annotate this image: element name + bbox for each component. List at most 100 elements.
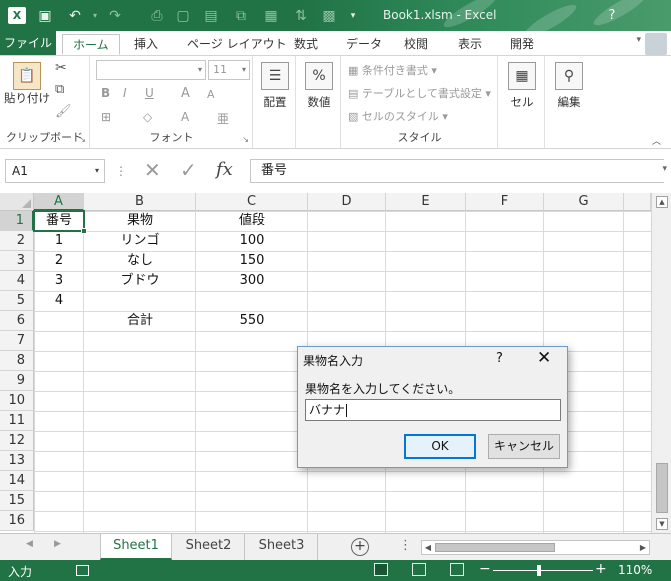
close-icon[interactable]: ✕ <box>537 348 551 368</box>
row-header[interactable]: 3 <box>0 251 34 271</box>
collapse-ribbon-icon[interactable]: ︿ <box>652 134 661 147</box>
paste-button[interactable]: 📋 貼り付け <box>4 62 50 106</box>
cell-c3[interactable]: 150 <box>196 251 308 271</box>
row-header[interactable]: 5 <box>0 291 34 311</box>
cancel-entry-icon[interactable]: ✕ <box>144 158 161 182</box>
sheet-tab-sheet1[interactable]: Sheet1 <box>100 534 172 560</box>
macro-recording-icon[interactable] <box>76 565 89 576</box>
tab-data[interactable]: データ <box>336 34 392 55</box>
italic-button[interactable]: I <box>123 86 127 100</box>
row-header[interactable]: 4 <box>0 271 34 291</box>
page-layout-view-icon[interactable] <box>412 563 426 576</box>
cell-a2[interactable]: 1 <box>34 231 84 251</box>
font-name-combobox[interactable]: ▾ <box>96 60 206 80</box>
open-icon[interactable]: ▤ <box>200 6 222 26</box>
copy-icon[interactable]: ⧉ <box>230 6 252 26</box>
macro-icon[interactable]: ▩ <box>318 6 340 26</box>
tab-page-layout[interactable]: ページ レイアウト <box>177 34 297 55</box>
scroll-right-icon[interactable]: ▶ <box>637 541 649 554</box>
editing-group[interactable]: ⚲ 編集 <box>546 56 592 148</box>
row-header[interactable]: 15 <box>0 491 34 511</box>
column-header-f[interactable]: F <box>466 193 544 211</box>
bold-button[interactable]: B <box>101 86 110 100</box>
format-as-table-button[interactable]: ▤ テーブルとして書式設定 ▾ <box>348 85 491 101</box>
new-document-icon[interactable]: ▢ <box>172 6 194 26</box>
font-color-icon[interactable]: A <box>181 110 189 124</box>
row-header[interactable]: 8 <box>0 351 34 371</box>
cell-a5[interactable]: 4 <box>34 291 84 311</box>
row-header[interactable]: 7 <box>0 331 34 351</box>
column-header-b[interactable]: B <box>84 193 196 211</box>
tab-view[interactable]: 表示 <box>448 34 492 55</box>
row-header[interactable]: 6 <box>0 311 34 331</box>
cell-b1[interactable]: 果物 <box>84 211 196 231</box>
chevron-down-icon[interactable]: ▾ <box>95 160 99 182</box>
font-size-combobox[interactable]: 11 ▾ <box>208 60 250 80</box>
tab-formulas[interactable]: 数式 <box>284 34 328 55</box>
tab-review[interactable]: 校閲 <box>394 34 438 55</box>
zoom-in-icon[interactable]: + <box>595 561 607 577</box>
editing-button[interactable]: ⚲ <box>554 62 584 90</box>
vertical-scroll-thumb[interactable] <box>656 463 668 513</box>
font-launcher-icon[interactable]: ↘ <box>242 135 249 144</box>
row-header[interactable]: 11 <box>0 411 34 431</box>
column-header-e[interactable]: E <box>386 193 466 211</box>
vertical-scrollbar[interactable]: ▲ ▼ <box>651 193 671 533</box>
conditional-formatting-button[interactable]: ▦ 条件付き書式 ▾ <box>348 62 437 78</box>
expand-formula-bar-icon[interactable]: ▾ <box>662 164 667 174</box>
fruit-name-input[interactable]: バナナ <box>305 399 561 421</box>
formula-bar-grip-icon[interactable]: ⋮ <box>115 164 127 178</box>
scroll-down-icon[interactable]: ▼ <box>656 518 668 530</box>
column-header-a[interactable]: A <box>34 193 84 211</box>
row-header[interactable]: 14 <box>0 471 34 491</box>
formula-input[interactable]: 番号 <box>250 159 664 183</box>
cell-b4[interactable]: ブドウ <box>84 271 196 291</box>
new-sheet-button[interactable]: + <box>351 538 369 556</box>
user-avatar[interactable] <box>645 33 667 55</box>
cell-a4[interactable]: 3 <box>34 271 84 291</box>
tab-file[interactable]: ファイル <box>0 31 56 55</box>
horizontal-scroll-thumb[interactable] <box>435 543 555 552</box>
scroll-left-icon[interactable]: ◀ <box>422 541 434 554</box>
shrink-font-button[interactable]: A <box>207 88 215 101</box>
alignment-button[interactable]: ☰ <box>260 62 290 90</box>
row-header[interactable]: 13 <box>0 451 34 471</box>
scroll-up-icon[interactable]: ▲ <box>656 196 668 208</box>
cells-group[interactable]: ▦ セル <box>499 56 545 148</box>
cell-a3[interactable]: 2 <box>34 251 84 271</box>
cell-styles-button[interactable]: ▧ セルのスタイル ▾ <box>348 108 448 124</box>
number-format-button[interactable]: % <box>304 62 334 90</box>
select-all-button[interactable] <box>0 193 34 211</box>
cell-b2[interactable]: リンゴ <box>84 231 196 251</box>
next-sheet-icon[interactable]: ▶ <box>54 539 61 549</box>
confirm-entry-icon[interactable]: ✓ <box>180 158 197 182</box>
redo-icon[interactable]: ↷ <box>104 6 126 26</box>
horizontal-scrollbar[interactable]: ◀ ▶ <box>421 540 650 555</box>
column-header-g[interactable]: G <box>544 193 624 211</box>
phonetic-icon[interactable]: 亜 <box>217 110 229 127</box>
underline-button[interactable]: U <box>145 86 154 100</box>
previous-sheet-icon[interactable]: ◀ <box>26 539 33 549</box>
insert-function-icon[interactable]: fx <box>216 159 233 180</box>
cell-c4[interactable]: 300 <box>196 271 308 291</box>
paste-icon[interactable]: ▦ <box>260 6 282 26</box>
row-header[interactable]: 12 <box>0 431 34 451</box>
column-header-partial[interactable] <box>624 193 651 211</box>
customize-qat-icon[interactable]: ▾ <box>342 6 364 26</box>
undo-icon[interactable]: ↶ <box>64 6 86 26</box>
zoom-slider[interactable] <box>493 570 593 571</box>
cut-icon[interactable]: ✂ <box>55 60 67 76</box>
ok-button[interactable]: OK <box>404 434 476 459</box>
cancel-button[interactable]: キャンセル <box>488 434 560 459</box>
tab-home[interactable]: ホーム <box>62 34 120 55</box>
zoom-out-icon[interactable]: − <box>479 561 491 577</box>
row-header[interactable]: 2 <box>0 231 34 251</box>
borders-icon[interactable]: ⊞ <box>101 110 111 124</box>
print-preview-icon[interactable]: ⎙ <box>146 6 168 26</box>
row-header[interactable]: 16 <box>0 511 34 531</box>
undo-dropdown-icon[interactable]: ▾ <box>84 6 106 26</box>
fill-handle[interactable] <box>81 228 87 234</box>
name-box[interactable]: A1 ▾ <box>5 159 105 183</box>
sheet-tab-sheet3[interactable]: Sheet3 <box>246 534 318 560</box>
fill-color-icon[interactable]: ◇ <box>143 110 152 124</box>
